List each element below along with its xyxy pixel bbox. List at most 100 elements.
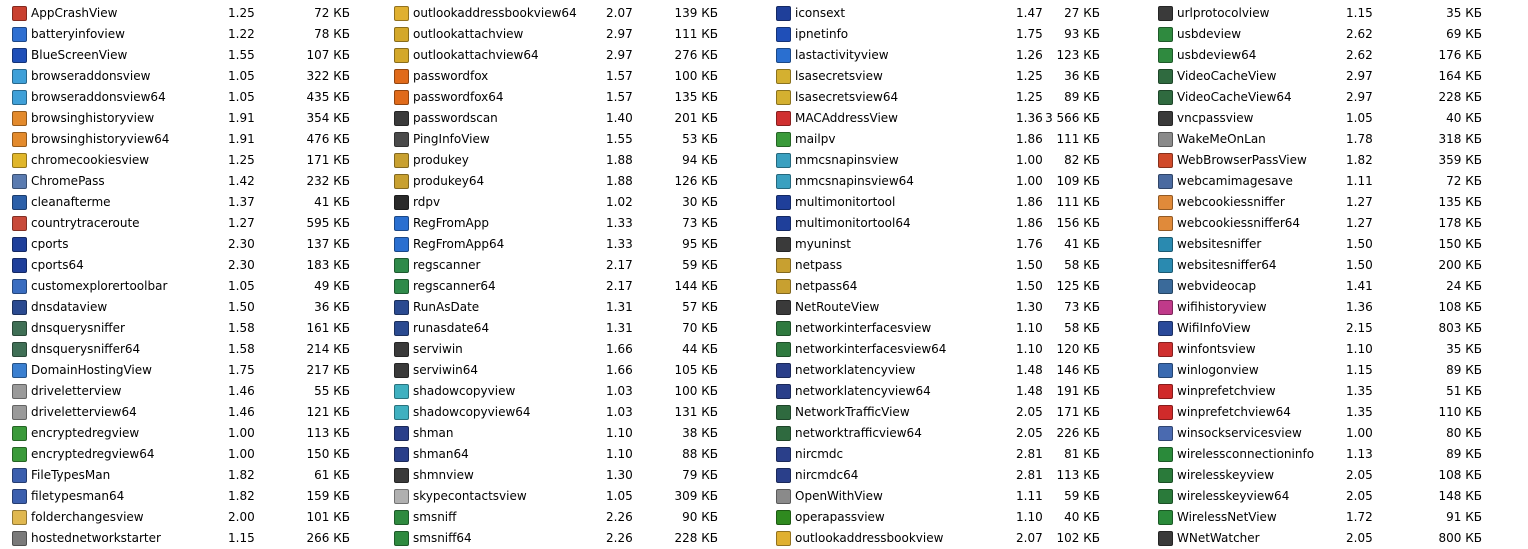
file-size: 100 КБ — [674, 384, 718, 398]
file-name: shmnview — [413, 468, 474, 482]
file-version: 1.25 — [228, 153, 255, 167]
app-file-icon — [12, 111, 27, 126]
file-size: 59 КБ — [1064, 489, 1100, 503]
file-size: 121 КБ — [306, 405, 350, 419]
file-name: FileTypesMan — [31, 468, 111, 482]
file-name: outlookattachview64 — [413, 48, 539, 62]
file-version: 1.58 — [228, 321, 255, 335]
file-size: 101 КБ — [306, 510, 350, 524]
file-size: 131 КБ — [674, 405, 718, 419]
app-file-icon — [1158, 363, 1173, 378]
file-size: 111 КБ — [1056, 195, 1100, 209]
file-size: 309 КБ — [674, 489, 718, 503]
file-name: MACAddressView — [795, 111, 898, 125]
file-name: wirelesskeyview64 — [1177, 489, 1290, 503]
file-size: 232 КБ — [306, 174, 350, 188]
app-file-icon — [12, 90, 27, 105]
file-name: NetworkTrafficView — [795, 405, 910, 419]
file-name: chromecookiesview — [31, 153, 150, 167]
file-name: shman — [413, 426, 454, 440]
file-name: RegFromApp64 — [413, 237, 505, 251]
file-name: netpass64 — [795, 279, 858, 293]
file-size: 79 КБ — [682, 468, 718, 482]
app-file-icon — [394, 321, 409, 336]
app-file-icon — [12, 195, 27, 210]
file-version: 2.30 — [228, 258, 255, 272]
app-file-icon — [1158, 48, 1173, 63]
file-version: 1.27 — [1346, 216, 1373, 230]
app-file-icon — [1158, 531, 1173, 546]
file-name: networkinterfacesview — [795, 321, 932, 335]
file-name: usbdeview — [1177, 27, 1242, 41]
file-name: wirelessconnectioninfo — [1177, 447, 1315, 461]
file-name: outlookaddressbookview64 — [413, 6, 577, 20]
app-file-icon — [776, 300, 791, 315]
file-name: webcookiessniffer64 — [1177, 216, 1301, 230]
app-file-icon — [394, 468, 409, 483]
file-size: 183 КБ — [306, 258, 350, 272]
app-file-icon — [1158, 447, 1173, 462]
file-name: nircmdc64 — [795, 468, 859, 482]
file-name: cleanafterme — [31, 195, 111, 209]
file-name: webcookiessniffer — [1177, 195, 1285, 209]
file-size: 40 КБ — [1446, 111, 1482, 125]
app-file-icon — [12, 363, 27, 378]
file-name: winfontsview — [1177, 342, 1256, 356]
app-file-icon — [12, 27, 27, 42]
file-name: myuninst — [795, 237, 851, 251]
app-file-icon — [776, 384, 791, 399]
app-file-icon — [776, 426, 791, 441]
file-size: 58 КБ — [1064, 321, 1100, 335]
app-file-icon — [394, 48, 409, 63]
app-file-icon — [1158, 279, 1173, 294]
file-size: 44 КБ — [682, 342, 718, 356]
file-size: 89 КБ — [1446, 363, 1482, 377]
app-file-icon — [12, 447, 27, 462]
file-name: browsinghistoryview64 — [31, 132, 170, 146]
file-name: ipnetinfo — [795, 27, 849, 41]
file-size: 30 КБ — [682, 195, 718, 209]
file-size: 161 КБ — [306, 321, 350, 335]
file-size: 94 КБ — [682, 153, 718, 167]
app-file-icon — [394, 111, 409, 126]
file-size: 228 КБ — [1438, 90, 1482, 104]
file-size: 171 КБ — [1056, 405, 1100, 419]
app-file-icon — [394, 384, 409, 399]
file-size: 102 КБ — [1056, 531, 1100, 545]
app-file-icon — [12, 48, 27, 63]
file-size: 800 КБ — [1438, 531, 1482, 545]
file-name: websitesniffer — [1177, 237, 1262, 251]
app-file-icon — [776, 468, 791, 483]
file-version: 1.58 — [228, 342, 255, 356]
file-name: filetypesman64 — [31, 489, 125, 503]
app-file-icon — [776, 6, 791, 21]
file-name: WifiInfoView — [1177, 321, 1251, 335]
file-name: DomainHostingView — [31, 363, 152, 377]
file-name: iconsext — [795, 6, 846, 20]
file-name: vncpassview — [1177, 111, 1254, 125]
file-name: serviwin64 — [413, 363, 479, 377]
app-file-icon — [394, 342, 409, 357]
file-size: 41 КБ — [1064, 237, 1100, 251]
file-size: 476 КБ — [306, 132, 350, 146]
file-size: 266 КБ — [306, 531, 350, 545]
file-size: 135 КБ — [1438, 195, 1482, 209]
file-name: mmcsnapinsview64 — [795, 174, 914, 188]
app-file-icon — [12, 258, 27, 273]
file-version: 1.50 — [228, 300, 255, 314]
app-file-icon — [12, 468, 27, 483]
file-version: 2.62 — [1346, 48, 1373, 62]
file-size: 38 КБ — [682, 426, 718, 440]
app-file-icon — [776, 447, 791, 462]
file-size: 126 КБ — [674, 174, 718, 188]
file-name: ChromePass — [31, 174, 105, 188]
file-size: 36 КБ — [1064, 69, 1100, 83]
app-file-icon — [394, 531, 409, 546]
file-version: 1.72 — [1346, 510, 1373, 524]
app-file-icon — [12, 510, 27, 525]
file-name: regscanner — [413, 258, 481, 272]
file-size: 595 КБ — [306, 216, 350, 230]
file-name: dnsquerysniffer64 — [31, 342, 141, 356]
app-file-icon — [776, 489, 791, 504]
app-file-icon — [1158, 153, 1173, 168]
